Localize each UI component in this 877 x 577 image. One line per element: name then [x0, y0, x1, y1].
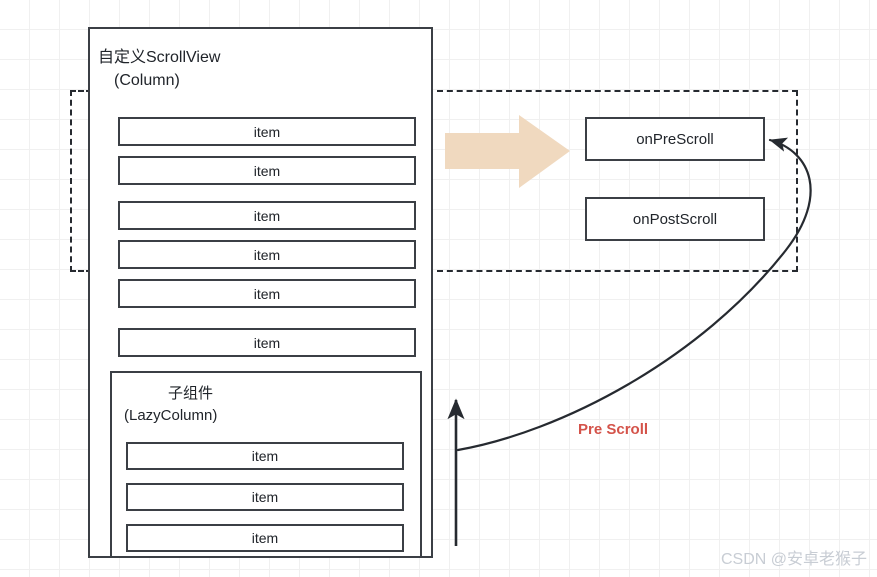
on-post-scroll-box: onPostScroll	[585, 197, 765, 241]
custom-scrollview-title-main: 自定义ScrollView	[98, 49, 221, 66]
custom-scrollview-title-sub: (Column)	[114, 72, 180, 90]
csdn-watermark: CSDN @安卓老猴子	[720, 551, 867, 568]
lazycolumn-item-2: item	[126, 483, 404, 511]
pre-scroll-annotation: Pre Scroll	[578, 421, 649, 438]
outer-item-4: item	[118, 240, 416, 269]
lazycolumn-title-main: 子组件	[168, 385, 214, 402]
lazycolumn-title-sub: (LazyColumn)	[124, 406, 218, 424]
outer-item-5: item	[118, 279, 416, 308]
lazycolumn-item-3: item	[126, 524, 404, 552]
lazycolumn-title: 子组件 (LazyColumn)	[122, 383, 342, 427]
outer-item-6: item	[118, 328, 416, 357]
diagram-canvas: 自定义ScrollView (Column) item item item ite…	[0, 0, 877, 577]
lazycolumn-item-1: item	[126, 442, 404, 470]
outer-item-3: item	[118, 201, 416, 230]
on-pre-scroll-box: onPreScroll	[585, 117, 765, 161]
custom-scrollview-title: 自定义ScrollView (Column)	[98, 46, 348, 92]
outer-item-2: item	[118, 156, 416, 185]
outer-item-1: item	[118, 117, 416, 146]
